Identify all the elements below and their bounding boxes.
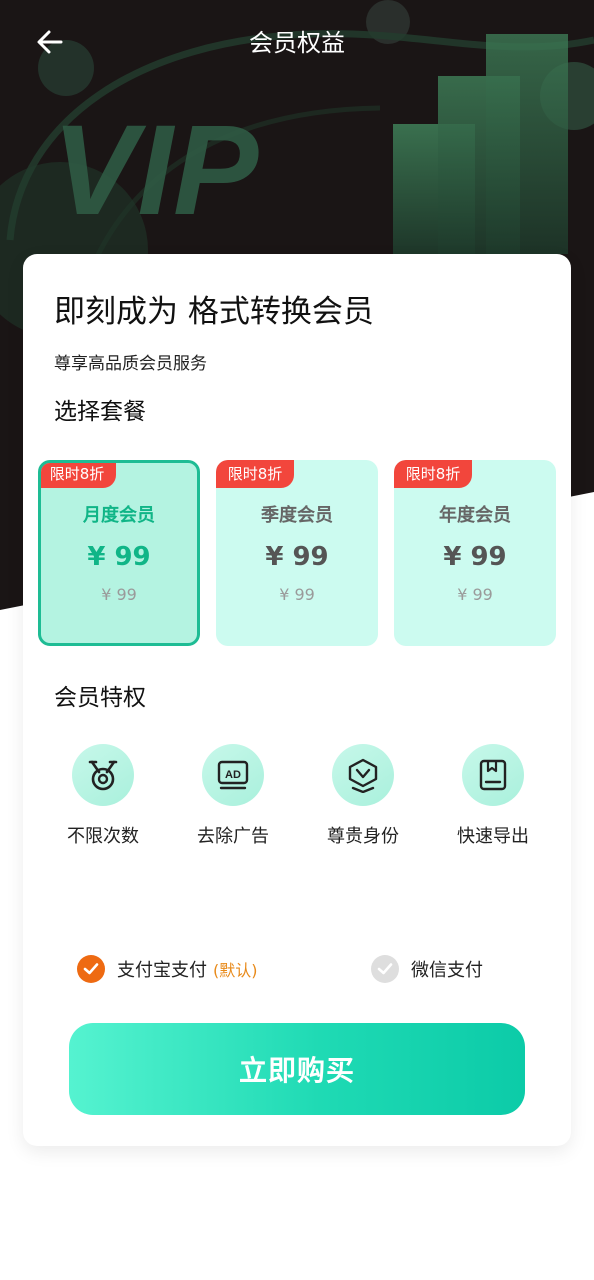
plan-monthly[interactable]: 限时8折 月度会员 ¥ 99 ¥ 99	[38, 460, 200, 646]
plan-name: 年度会员	[439, 505, 511, 526]
ad-icon: AD	[217, 760, 249, 790]
export-book-icon	[479, 759, 507, 791]
vip-watermark: VIP	[52, 99, 259, 242]
perk-icon-circle	[332, 744, 394, 806]
plan-name: 月度会员	[83, 505, 155, 526]
perk-fast-export: 快速导出	[428, 744, 558, 850]
pay-label-alipay: 支付宝支付	[117, 960, 207, 981]
vip-shield-icon	[348, 758, 378, 793]
perk-list: 不限次数 AD 去除广告 尊贵身份 快速导出	[38, 744, 558, 854]
perk-identity: 尊贵身份	[298, 744, 428, 850]
svg-text:VIP: VIP	[52, 99, 259, 242]
perk-label: 不限次数	[67, 826, 139, 847]
default-tag: (默认)	[213, 961, 258, 980]
perk-label: 去除广告	[197, 826, 269, 847]
plan-original-price: ¥ 99	[457, 585, 493, 604]
payment-methods: 支付宝支付 (默认) 微信支付	[23, 954, 571, 984]
discount-badge: 限时8折	[216, 460, 294, 488]
plan-price: ¥ 99	[265, 542, 329, 572]
medal-icon	[88, 760, 118, 791]
plan-price: ¥ 99	[443, 542, 507, 572]
buy-now-label: 立即购买	[238, 1054, 355, 1087]
perk-label: 快速导出	[457, 826, 529, 847]
checkbox-unchecked-icon[interactable]	[371, 955, 399, 983]
top-bar: 会员权益	[0, 0, 594, 86]
plan-price: ¥ 99	[87, 542, 151, 572]
plan-original-price: ¥ 99	[279, 585, 315, 604]
plan-quarterly[interactable]: 限时8折 季度会员 ¥ 99 ¥ 99	[216, 460, 378, 646]
plan-name: 季度会员	[261, 505, 333, 526]
perk-icon-circle: AD	[202, 744, 264, 806]
perk-unlimited: 不限次数	[38, 744, 168, 850]
headline: 即刻成为 格式转换会员	[54, 294, 374, 330]
plans-section-title: 选择套餐	[54, 399, 146, 425]
buy-now-button[interactable]: 立即购买	[69, 1023, 525, 1115]
plan-original-price: ¥ 99	[101, 585, 137, 604]
subheadline: 尊享高品质会员服务	[54, 354, 207, 374]
pay-label-wechat: 微信支付	[411, 960, 483, 981]
discount-badge: 限时8折	[394, 460, 472, 488]
membership-card: 即刻成为 格式转换会员 尊享高品质会员服务 选择套餐 限时8折 月度会员 ¥ 9…	[23, 254, 571, 1146]
page-title: 会员权益	[249, 29, 345, 57]
perk-icon-circle	[462, 744, 524, 806]
pay-option-alipay[interactable]: 支付宝支付 (默认)	[77, 954, 258, 984]
svg-text:AD: AD	[225, 769, 241, 781]
perk-label: 尊贵身份	[327, 826, 399, 847]
perk-icon-circle	[72, 744, 134, 806]
plan-yearly[interactable]: 限时8折 年度会员 ¥ 99 ¥ 99	[394, 460, 556, 646]
pay-option-wechat[interactable]: 微信支付	[371, 954, 483, 984]
discount-badge: 限时8折	[41, 463, 116, 488]
perks-section-title: 会员特权	[54, 685, 146, 711]
checkbox-checked-icon[interactable]	[77, 955, 105, 983]
plan-list: 限时8折 月度会员 ¥ 99 ¥ 99 限时8折 季度会员 ¥ 99 ¥ 99 …	[38, 460, 558, 648]
perk-no-ads: AD 去除广告	[168, 744, 298, 850]
